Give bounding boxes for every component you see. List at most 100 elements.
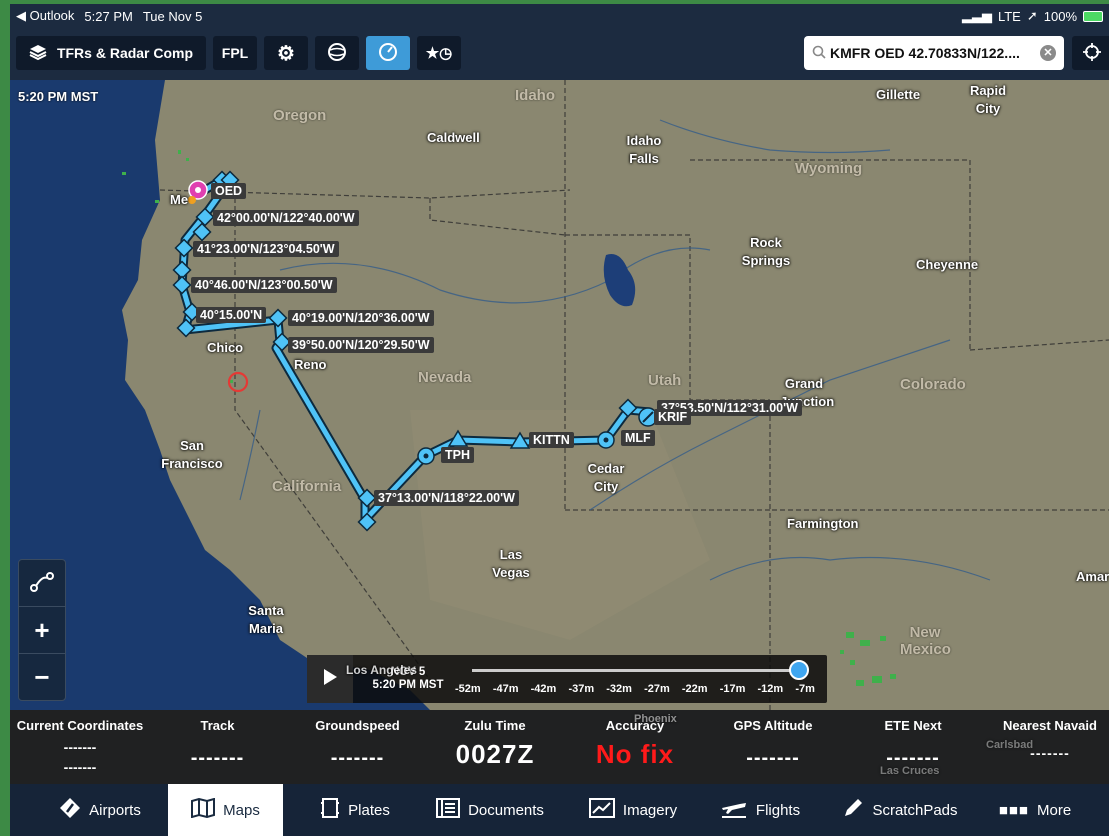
timeline-tick: -52m [455, 683, 481, 695]
globe-button[interactable] [315, 36, 359, 70]
map-time-label: 5:20 PM MST [18, 89, 99, 104]
route-button[interactable] [18, 559, 66, 607]
waypoint-kittn[interactable]: KITTN [529, 432, 574, 448]
info-label: ETE Next [884, 718, 942, 733]
timeline-tick: -37m [568, 683, 595, 695]
info-value: No fix [595, 739, 675, 769]
tab-label: Plates [348, 801, 390, 819]
tab-label: ScratchPads [872, 801, 958, 819]
gauge-button[interactable] [366, 36, 410, 70]
tab-documents[interactable]: Documents [420, 784, 560, 836]
map-view[interactable]: 5:20 PM MST Oregon Idaho Wyoming Nevada … [10, 80, 1109, 710]
layers-button-label: TFRs & Radar Comp [56, 45, 194, 61]
info-gps-altitude[interactable]: GPS Altitude ------- [718, 718, 828, 770]
fpl-button[interactable]: FPL [213, 36, 257, 70]
waypoint-label-6[interactable]: 39°50.00'N/120°29.50'W [288, 337, 434, 353]
airplane-icon [720, 798, 748, 822]
layers-button[interactable]: TFRs & Radar Comp [16, 36, 206, 70]
city-carlsbad: Carlsbad [986, 739, 1034, 751]
info-label: Track [200, 718, 235, 733]
info-value: ------- [746, 747, 800, 769]
waypoint-tph[interactable]: TPH [441, 447, 474, 463]
timeline-track[interactable] [472, 669, 800, 672]
tab-plates[interactable]: Plates [300, 784, 410, 836]
waypoint-label-3[interactable]: 40°46.00'N/123°00.50'W [191, 277, 337, 293]
back-to-app-link[interactable]: ◀ Outlook [16, 8, 74, 24]
layers-icon [29, 43, 47, 64]
map-toolbar: TFRs & Radar Comp FPL ⚙ ★◷ KMFR OED 42.7… [10, 28, 1109, 80]
info-track[interactable]: Track ------- [160, 718, 275, 770]
waypoint-label-4[interactable]: 40°15.00'N [196, 307, 267, 323]
timeline-tick: -32m [606, 683, 632, 695]
favorites-timer-button[interactable]: ★◷ [417, 36, 461, 70]
tab-label: Maps [223, 801, 260, 819]
city-reno: Reno [294, 357, 327, 372]
city-farmington: Farmington [787, 516, 859, 531]
city-idaho-falls: Idaho Falls [626, 133, 662, 166]
timeline-tick: -12m [757, 683, 784, 695]
plate-icon [320, 797, 340, 823]
city-gillette: Gillette [876, 87, 921, 102]
timeline-time: 5:20 PM MST [372, 679, 444, 691]
zoom-out-button[interactable]: − [18, 653, 66, 701]
waypoint-label-1[interactable]: 42°00.00'N/122°40.00'W [213, 210, 359, 226]
city-cedar-city: Cedar City [587, 461, 625, 494]
city-san-francisco: San Francisco [161, 438, 223, 471]
coordinates-lon-value: ------- [63, 759, 97, 775]
tab-imagery[interactable]: Imagery [578, 784, 688, 836]
city-amarillo: Amar [1076, 569, 1109, 584]
battery-icon [1083, 10, 1103, 22]
play-icon [322, 668, 338, 691]
city-chico: Chico [207, 340, 244, 355]
city-cheyenne: Cheyenne [916, 257, 979, 272]
tab-label: More [1037, 801, 1072, 819]
search-field[interactable]: KMFR OED 42.70833N/122.... ✕ [804, 36, 1064, 70]
info-value: 0027Z [455, 739, 535, 769]
waypoint-label-7[interactable]: 37°13.00'N/118°22.00'W [374, 490, 519, 506]
star-clock-icon: ★◷ [425, 45, 453, 62]
map-canvas [10, 80, 1109, 710]
state-label-utah: Utah [648, 372, 682, 389]
more-dots-icon: ■■■ [998, 801, 1029, 819]
tab-maps[interactable]: Maps [168, 784, 283, 836]
battery-percent: 100% [1043, 8, 1077, 24]
clear-search-icon[interactable]: ✕ [1040, 45, 1056, 61]
city-los-angeles: Los Angeles [346, 663, 417, 677]
signal-icon: ▂▃▅ [961, 8, 992, 23]
globe-icon [327, 42, 347, 65]
timeline-tick: -47m [492, 683, 519, 695]
timeline-thumb[interactable] [789, 660, 809, 680]
tab-airports[interactable]: Airports [30, 784, 170, 836]
airport-icon [59, 797, 81, 823]
tab-label: Airports [89, 801, 141, 819]
tab-flights[interactable]: Flights [710, 784, 810, 836]
airport-krif[interactable]: KRIF [654, 409, 692, 425]
tab-label: Imagery [622, 801, 678, 819]
status-time: 5:27 PM [84, 8, 133, 24]
route-icon [30, 568, 54, 599]
info-current-coordinates[interactable]: Current Coordinates ------- ------- [10, 718, 150, 777]
settings-button[interactable]: ⚙ [264, 36, 308, 70]
zoom-in-button[interactable]: + [18, 606, 66, 654]
info-zulu-time[interactable]: Zulu Time 0027Z [440, 718, 550, 770]
location-arrow-icon: ➚ [1026, 8, 1038, 23]
waypoint-oed[interactable]: OED [211, 183, 247, 199]
waypoint-label-5[interactable]: 40°19.00'N/120°36.00'W [288, 310, 434, 326]
tab-scratchpads[interactable]: ScratchPads [835, 784, 965, 836]
info-groundspeed[interactable]: Groundspeed ------- [300, 718, 415, 770]
timeline-tick: -27m [644, 683, 670, 695]
city-rapid-city: Rapid City [969, 83, 1007, 116]
search-value: KMFR OED 42.70833N/122.... [830, 45, 1020, 61]
document-icon [436, 798, 461, 822]
tab-more[interactable]: ■■■ More [980, 784, 1090, 836]
timeline-tick: -17m [719, 683, 746, 695]
waypoint-label-2[interactable]: 41°23.00'N/123°04.50'W [193, 241, 339, 257]
timeline-tick: -7m [795, 683, 815, 695]
waypoint-mlf[interactable]: MLF [621, 430, 655, 446]
city-caldwell: Caldwell [427, 130, 480, 145]
search-icon [812, 45, 826, 62]
city-las-cruces: Las Cruces [880, 765, 940, 777]
info-label: Current Coordinates [16, 718, 144, 733]
state-label-california: California [272, 478, 342, 495]
center-location-button[interactable] [1072, 36, 1109, 70]
